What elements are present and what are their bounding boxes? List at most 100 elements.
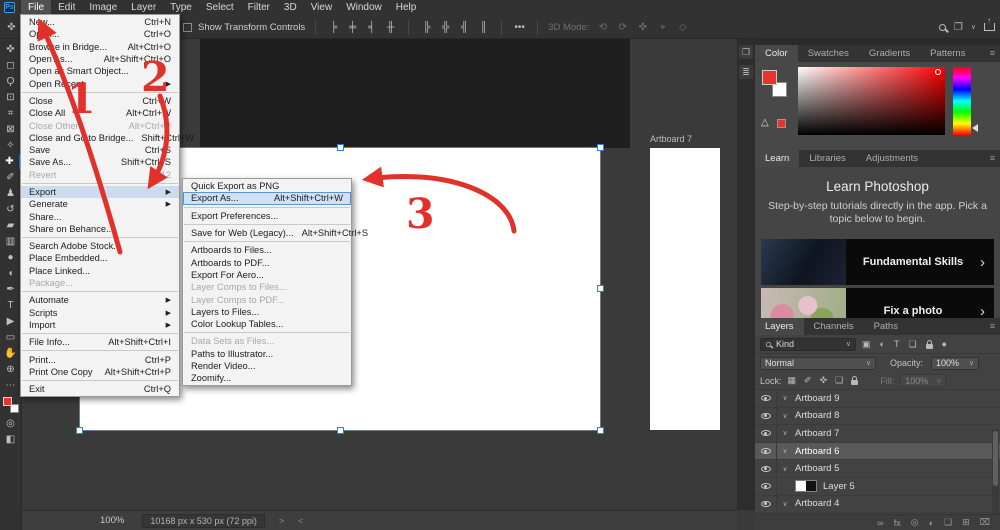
tool-shape[interactable]: ▭: [1, 330, 21, 345]
export-menu-item-export-as[interactable]: Export As... Alt+Shift+Ctrl+W: [183, 192, 351, 205]
lock-transparent-icon[interactable]: ▦: [788, 375, 797, 386]
file-menu-item-save-as[interactable]: Save As... Shift+Ctrl+S: [21, 156, 179, 168]
menu-filter[interactable]: Filter: [241, 0, 277, 15]
search-icon[interactable]: [938, 23, 946, 31]
menu-file[interactable]: File: [21, 0, 52, 15]
distribute-right-icon[interactable]: ╣: [457, 22, 472, 33]
delete-layer-icon[interactable]: ⌧: [980, 517, 990, 528]
tool-screen-mode[interactable]: ◧: [1, 432, 21, 447]
color-tab-swatches[interactable]: Swatches: [798, 45, 859, 62]
export-menu-item-render-video[interactable]: Render Video...: [183, 360, 351, 372]
tool-eraser[interactable]: ▰: [1, 218, 21, 233]
menu-select[interactable]: Select: [199, 0, 241, 15]
lock-artboard-icon[interactable]: ❏: [835, 375, 843, 386]
share-icon[interactable]: [984, 16, 995, 31]
status-prev-icon[interactable]: <: [298, 516, 303, 526]
tool-pen[interactable]: ✒: [1, 282, 21, 297]
export-menu-item-layers-to-files[interactable]: Layers to Files...: [183, 306, 351, 318]
color-tab-patterns[interactable]: Patterns: [920, 45, 975, 62]
hue-slider[interactable]: [953, 67, 971, 135]
export-menu-item-color-lookup-tables[interactable]: Color Lookup Tables...: [183, 318, 351, 330]
3d-roll-icon[interactable]: ⟳: [615, 22, 630, 33]
panel-menu-icon[interactable]: ≡: [990, 150, 1000, 167]
selection-handle[interactable]: [597, 144, 604, 151]
gamut-color-swatch[interactable]: [777, 119, 786, 128]
tool-gradient[interactable]: ▥: [1, 234, 21, 249]
layer-row-artboard-6[interactable]: ∨ Artboard 6: [755, 442, 1000, 461]
align-center-vertical-icon[interactable]: ╫: [383, 22, 398, 33]
align-left-icon[interactable]: ╞: [326, 22, 341, 33]
layer-visibility-toggle[interactable]: [755, 390, 777, 407]
export-menu-item-export-for-aero[interactable]: Export For Aero...: [183, 269, 351, 281]
file-menu-item-save[interactable]: Save Ctrl+S: [21, 144, 179, 156]
expand-chevron-icon[interactable]: ∨: [777, 412, 793, 420]
selection-handle[interactable]: [597, 285, 604, 292]
artboard-7-label[interactable]: Artboard 7: [650, 134, 692, 144]
file-menu-item-open-as[interactable]: Open As... Alt+Shift+Ctrl+O: [21, 53, 179, 65]
menu-type[interactable]: Type: [163, 0, 199, 15]
tool-edit-toolbar[interactable]: ⋯: [1, 378, 21, 393]
file-menu-item-browse-in-bridge[interactable]: Browse in Bridge... Alt+Ctrl+O: [21, 41, 179, 53]
file-menu-item-scripts[interactable]: Scripts ▶: [21, 307, 179, 319]
expand-chevron-icon[interactable]: ∨: [777, 500, 793, 508]
collapsed-panel-properties-icon[interactable]: ≣: [739, 65, 753, 79]
collapsed-panel-history-icon[interactable]: ❐: [739, 45, 753, 59]
tool-history-brush[interactable]: ↺: [1, 202, 21, 217]
tool-frame[interactable]: ⊠: [1, 122, 21, 137]
tool-lasso[interactable]: Ϙ: [1, 74, 21, 89]
learn-card-fundamental-skills[interactable]: Fundamental Skills ›: [761, 239, 994, 285]
menu-help[interactable]: Help: [389, 0, 424, 15]
menu-image[interactable]: Image: [82, 0, 124, 15]
menu-edit[interactable]: Edit: [51, 0, 82, 15]
add-layer-mask-icon[interactable]: ◎: [911, 517, 919, 528]
layer-visibility-toggle[interactable]: [755, 425, 777, 442]
3d-drag-icon[interactable]: ✜: [635, 22, 650, 33]
file-menu-item-close-all[interactable]: Close All Alt+Ctrl+W: [21, 107, 179, 119]
layer-row-artboard-5[interactable]: ∨ Artboard 5: [755, 460, 1000, 478]
filter-toggle-icon[interactable]: ●: [942, 339, 947, 349]
file-menu-item-export[interactable]: Export ▶: [21, 185, 179, 199]
3d-scale-icon[interactable]: ◇: [675, 22, 690, 33]
tool-blur[interactable]: ●: [1, 250, 21, 265]
export-menu-item-zoomify[interactable]: Zoomify...: [183, 372, 351, 384]
link-layers-icon[interactable]: ∞: [877, 518, 883, 528]
file-menu-item-new[interactable]: New... Ctrl+N: [21, 16, 179, 28]
layer-visibility-toggle[interactable]: [755, 407, 777, 425]
new-layer-icon[interactable]: ⊞: [962, 517, 970, 528]
gamut-warning-icon[interactable]: △: [761, 117, 769, 128]
layer-row-artboard-8[interactable]: ∨ Artboard 8: [755, 407, 1000, 426]
lock-position-icon[interactable]: ✜: [820, 375, 828, 386]
file-menu-item-import[interactable]: Import ▶: [21, 319, 179, 331]
adjustment-layer-icon[interactable]: ◐: [929, 518, 934, 528]
tool-hand[interactable]: ✋: [1, 346, 21, 361]
tool-quick-mask[interactable]: ◎: [1, 416, 21, 431]
expand-chevron-icon[interactable]: ∨: [777, 429, 793, 437]
layers-tab-channels[interactable]: Channels: [804, 318, 864, 335]
artboard-7-canvas[interactable]: [650, 148, 720, 430]
foreground-color-swatch[interactable]: [2, 397, 12, 406]
color-tab-gradients[interactable]: Gradients: [859, 45, 920, 62]
tool-dodge[interactable]: ◖: [1, 266, 21, 281]
export-menu-item-save-for-web-legacy[interactable]: Save for Web (Legacy)... Alt+Shift+Ctrl+S: [183, 227, 368, 239]
layer-effects-icon[interactable]: fx: [894, 518, 901, 528]
selection-handle[interactable]: [76, 427, 83, 434]
tool-path-selection[interactable]: ▶: [1, 314, 21, 329]
export-menu-item-paths-to-illustrator[interactable]: Paths to Illustrator...: [183, 348, 351, 360]
tool-move[interactable]: ✜: [1, 42, 21, 57]
3d-rotate-icon[interactable]: ⟲: [595, 22, 610, 33]
layer-visibility-toggle[interactable]: [755, 460, 777, 477]
learn-tab-learn[interactable]: Learn: [755, 150, 800, 167]
tool-object-selection[interactable]: ⊡: [1, 90, 21, 105]
filter-adjustment-layers-icon[interactable]: ◐: [880, 339, 885, 349]
tool-zoom[interactable]: ⊕: [1, 362, 21, 377]
layer-visibility-toggle[interactable]: [755, 442, 777, 460]
align-right-icon[interactable]: ╡: [364, 22, 379, 33]
blend-mode-dropdown[interactable]: Normal ∨: [760, 356, 876, 370]
filter-type-layers-icon[interactable]: T: [894, 339, 900, 349]
color-field[interactable]: [798, 67, 945, 135]
layers-tab-paths[interactable]: Paths: [864, 318, 908, 335]
tool-crop[interactable]: ⌗: [1, 106, 21, 121]
file-menu-item-automate[interactable]: Automate ▶: [21, 294, 179, 306]
kind-filter-dropdown[interactable]: Kind ∨: [760, 337, 856, 351]
file-menu-item-open[interactable]: Open... Ctrl+O: [21, 28, 179, 40]
